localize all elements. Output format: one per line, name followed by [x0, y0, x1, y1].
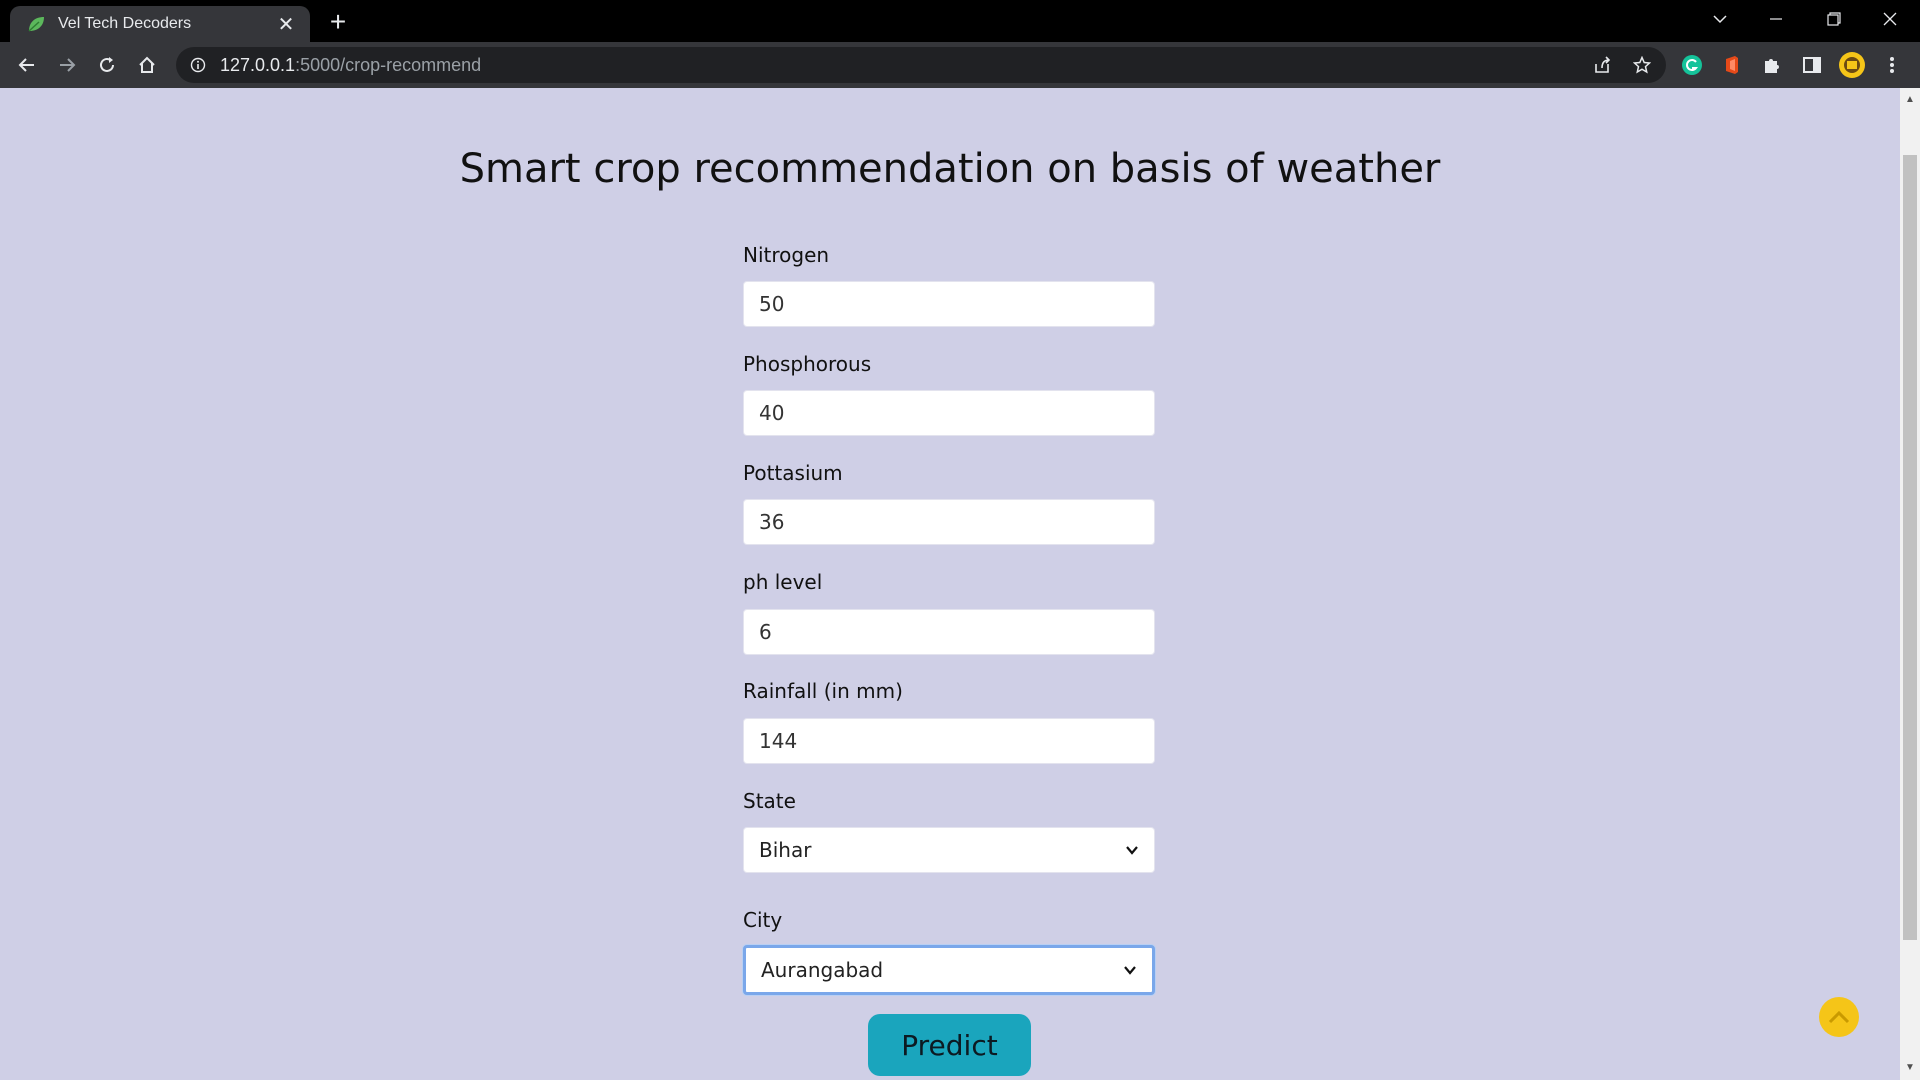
reload-icon [100, 57, 114, 72]
menu-button[interactable] [1876, 49, 1908, 81]
pottasium-label: Pottasium [743, 461, 843, 485]
minimize-icon [1770, 18, 1782, 20]
tab-strip: Vel Tech Decoders ✕ + [0, 0, 1920, 42]
grammarly-icon [1682, 55, 1702, 75]
page-title: Smart crop recommendation on basis of we… [459, 146, 1441, 192]
chevron-down-icon [1126, 846, 1138, 855]
side-panel-icon [1803, 57, 1821, 73]
chevron-up-icon [1828, 1010, 1850, 1024]
close-tab-icon[interactable]: ✕ [274, 12, 298, 37]
back-to-top-button[interactable] [1819, 997, 1859, 1037]
page-body [0, 88, 1900, 1080]
avatar [1839, 52, 1865, 78]
state-select[interactable]: Bihar [743, 827, 1155, 873]
minimize-button[interactable] [1748, 0, 1804, 38]
info-icon [190, 57, 206, 73]
profile-button[interactable] [1836, 49, 1868, 81]
phosphorous-input[interactable]: 40 [743, 390, 1155, 436]
chevron-down-icon [1124, 966, 1136, 975]
office-icon [1726, 56, 1738, 74]
more-vertical-icon [1890, 57, 1894, 73]
nitrogen-input[interactable]: 50 [743, 281, 1155, 327]
grammarly-extension[interactable] [1676, 49, 1708, 81]
share-button[interactable] [1586, 49, 1618, 81]
bookmark-button[interactable] [1626, 49, 1658, 81]
rainfall-input[interactable]: 144 [743, 718, 1155, 764]
address-bar[interactable]: 127.0.0.1:5000/crop-recommend [176, 47, 1666, 83]
state-label: State [743, 789, 796, 813]
ph-level-input[interactable]: 6 [743, 609, 1155, 655]
close-icon [1883, 12, 1897, 26]
city-select[interactable]: Aurangabad [743, 945, 1155, 995]
url-path: :5000/crop-recommend [295, 54, 482, 75]
scroll-up-arrow[interactable]: ▲ [1900, 92, 1920, 108]
phosphorous-label: Phosphorous [743, 352, 872, 376]
restore-icon [1827, 12, 1841, 26]
state-selected-value: Bihar [759, 838, 812, 862]
city-selected-value: Aurangabad [761, 958, 884, 982]
extensions-button[interactable] [1756, 49, 1788, 81]
tab-title: Vel Tech Decoders [58, 15, 192, 32]
scroll-down-arrow[interactable]: ▼ [1900, 1060, 1920, 1076]
close-window-button[interactable] [1862, 0, 1918, 38]
arrow-right-icon [60, 58, 76, 72]
browser-tab[interactable]: Vel Tech Decoders ✕ [10, 6, 310, 42]
url-text: 127.0.0.1:5000/crop-recommend [220, 55, 481, 76]
side-panel-button[interactable] [1796, 49, 1828, 81]
reload-button[interactable] [91, 49, 123, 81]
puzzle-icon [1765, 59, 1779, 73]
back-button[interactable] [11, 49, 43, 81]
tab-search-button[interactable] [1692, 0, 1748, 38]
nitrogen-label: Nitrogen [743, 243, 830, 267]
new-tab-button[interactable]: + [322, 6, 354, 38]
share-icon [1595, 56, 1611, 73]
pottasium-input[interactable]: 36 [743, 499, 1155, 545]
scrollbar-thumb[interactable] [1903, 155, 1917, 940]
star-icon [1633, 56, 1651, 74]
ph-level-label: ph level [743, 570, 823, 594]
chevron-down-icon [1713, 15, 1727, 24]
home-icon [139, 56, 155, 73]
restore-button[interactable] [1806, 0, 1862, 38]
predict-button[interactable]: Predict [868, 1014, 1031, 1076]
office-extension[interactable] [1716, 49, 1748, 81]
browser-toolbar: 127.0.0.1:5000/crop-recommend [0, 42, 1920, 88]
city-label: City [743, 908, 783, 932]
url-host: 127.0.0.1 [220, 54, 296, 75]
rainfall-label: Rainfall (in mm) [743, 679, 903, 703]
forward-button[interactable] [51, 49, 83, 81]
arrow-left-icon [18, 58, 34, 72]
home-button[interactable] [131, 49, 163, 81]
leaf-icon [28, 17, 44, 32]
